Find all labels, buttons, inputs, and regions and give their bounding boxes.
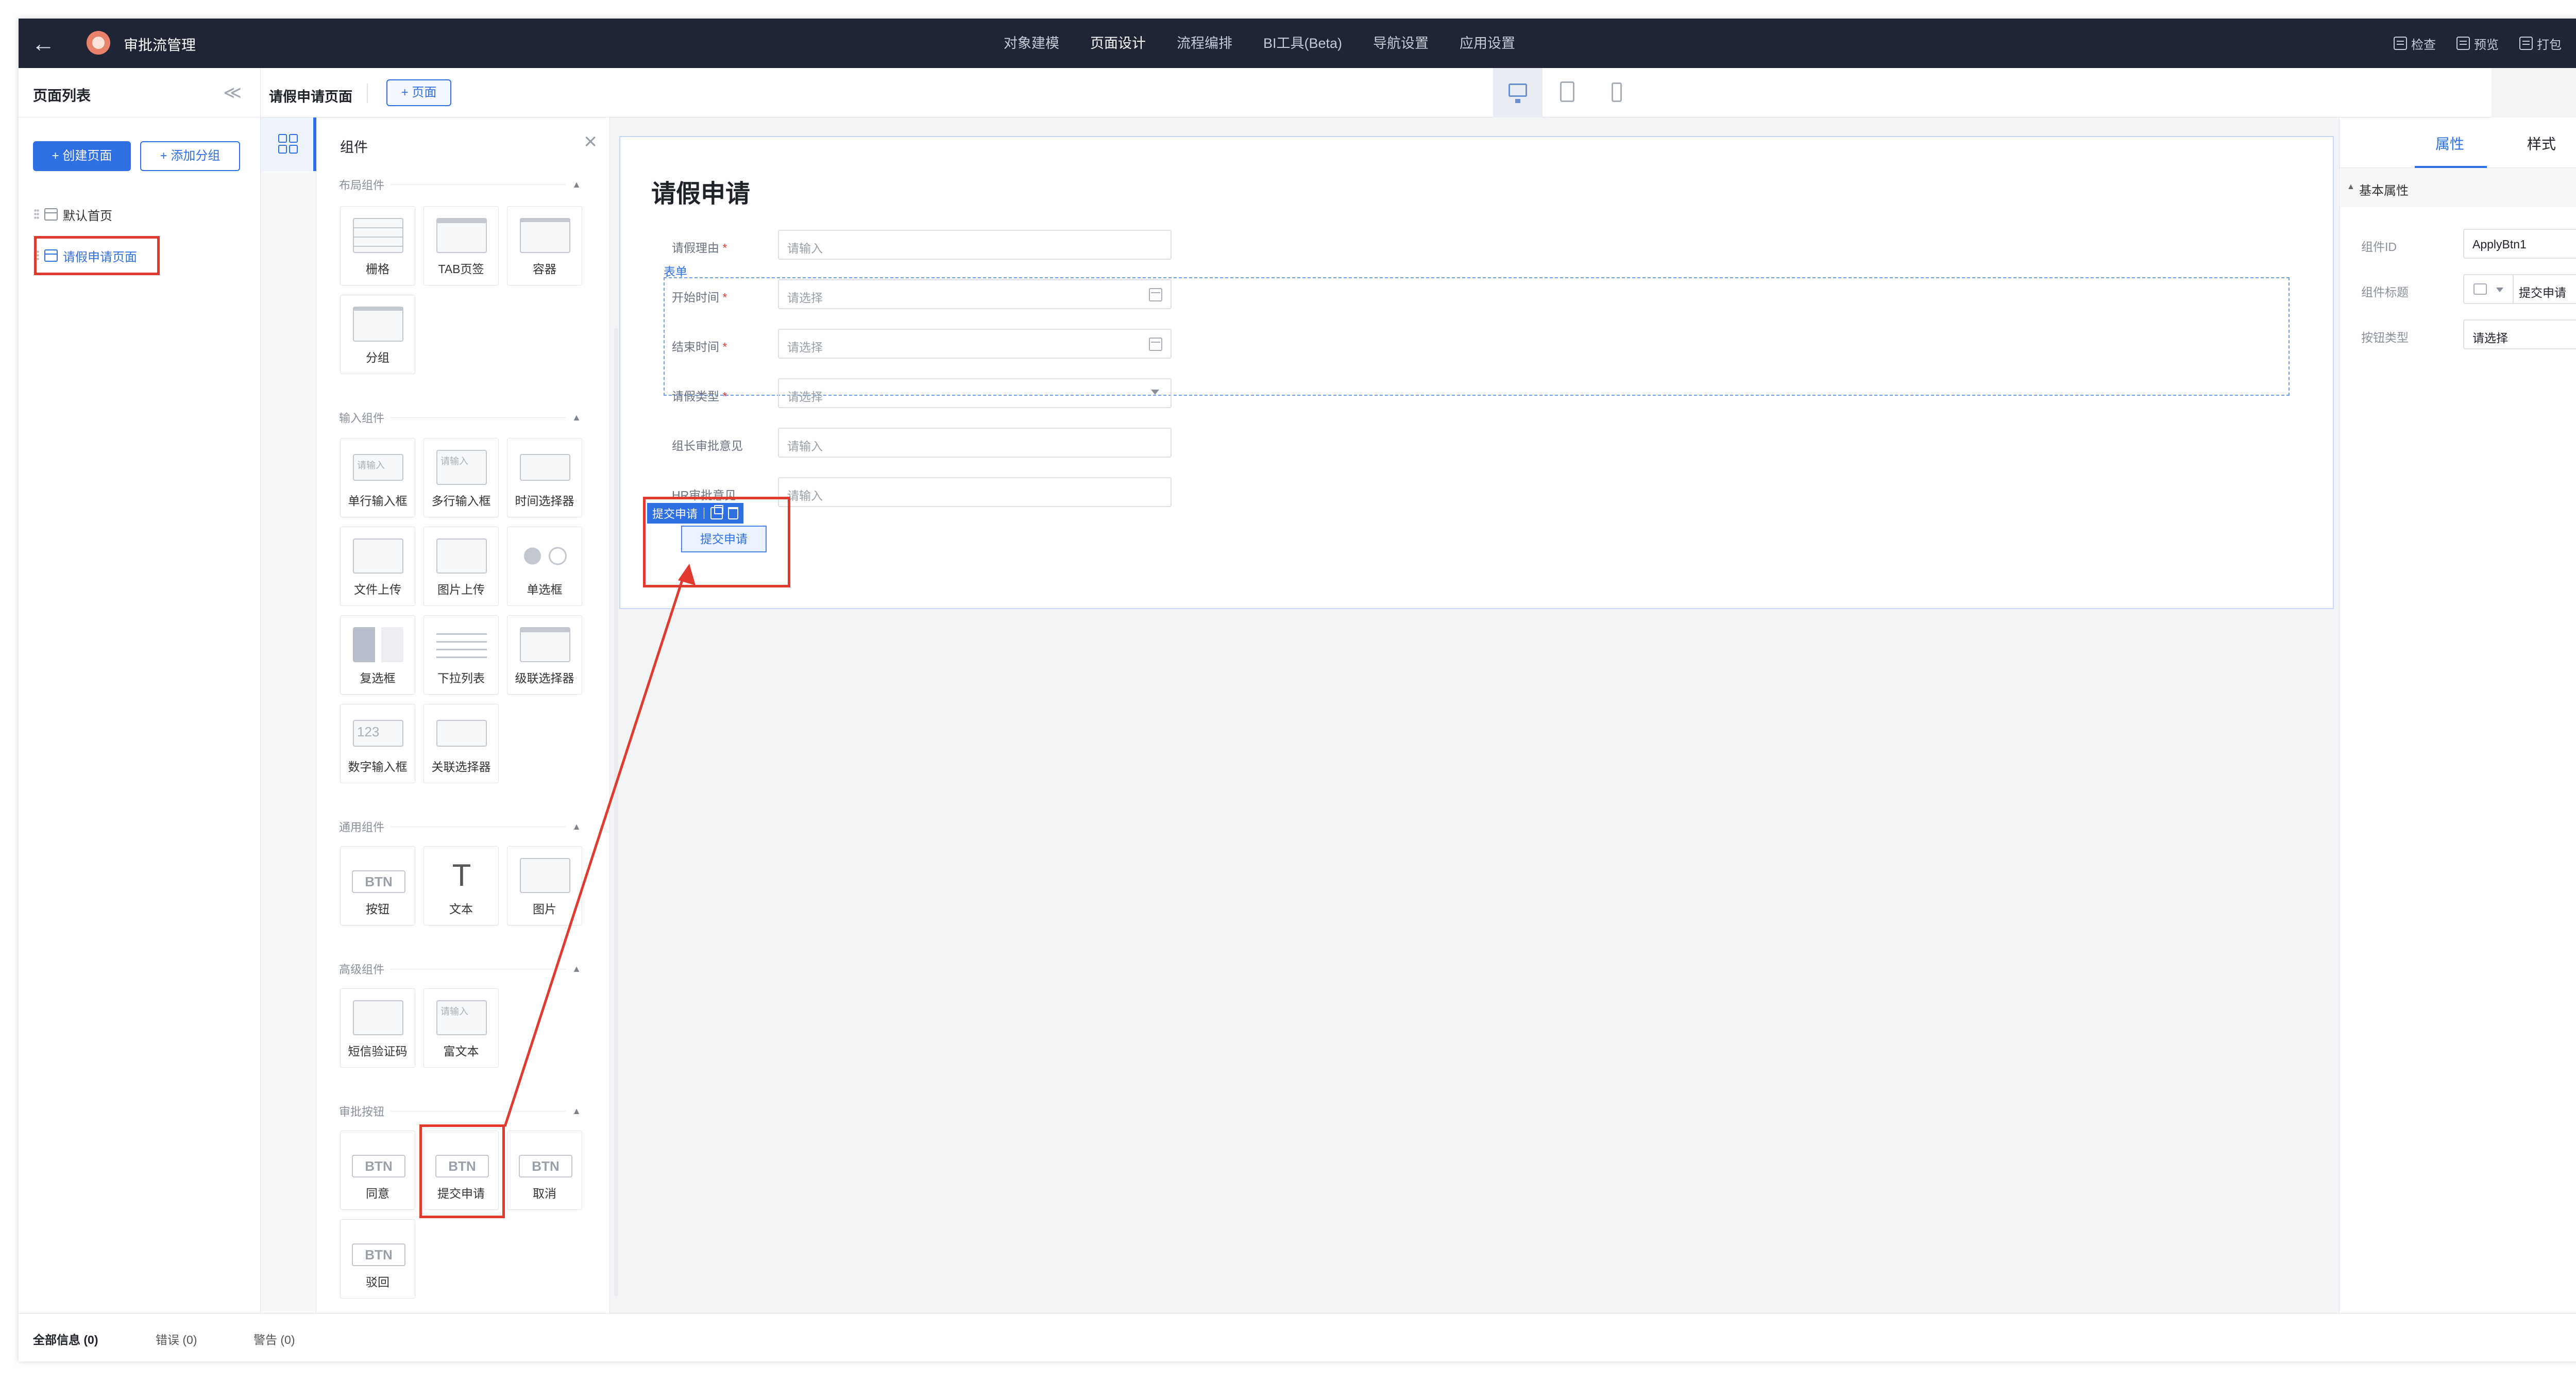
section-title: 基本属性 [2359, 184, 2409, 198]
component-title-input[interactable]: 提交申请 [2513, 274, 2576, 304]
prop-label: 按钮类型 [2361, 331, 2409, 344]
properties-tabs: 属性 样式 [2340, 117, 2576, 168]
prop-label: 组件标题 [2361, 285, 2409, 299]
icon-placeholder-icon [2473, 283, 2487, 295]
prop-label: 组件ID [2361, 240, 2397, 254]
message-bar: 全部信息 (0) 错误 (0) 警告 (0) ⌃ [19, 1313, 2576, 1361]
tab-all-messages[interactable]: 全部信息 (0) [33, 1330, 98, 1348]
tab-warnings[interactable]: 警告 (0) [253, 1330, 295, 1348]
icon-select[interactable] [2463, 274, 2514, 304]
properties-panel: 属性 样式 ▲ 基本属性 组件ID ApplyBtn1 组件标题 提交申请 按钮… [2339, 117, 2576, 1313]
prop-component-id: 组件ID ApplyBtn1 [2361, 229, 2576, 259]
drag-arrow-annotation [503, 564, 696, 1127]
button-type-select[interactable]: 请选择 [2463, 319, 2576, 349]
prop-button-type: 按钮类型 请选择 [2361, 319, 2576, 349]
chevron-down-icon [2496, 288, 2503, 292]
tab-errors[interactable]: 错误 (0) [156, 1330, 197, 1348]
prop-component-title: 组件标题 提交申请 [2361, 274, 2576, 304]
tab-properties[interactable]: 属性 [2435, 133, 2464, 154]
app-window: ← 审批流管理 对象建模 页面设计 流程编排 BI工具(Beta) 导航设置 应… [19, 19, 2576, 1361]
caret-up-icon: ▲ [2347, 182, 2355, 191]
basic-properties-section[interactable]: ▲ 基本属性 [2340, 168, 2576, 207]
component-id-input[interactable]: ApplyBtn1 [2463, 229, 2576, 259]
tab-styles[interactable]: 样式 [2527, 133, 2556, 154]
